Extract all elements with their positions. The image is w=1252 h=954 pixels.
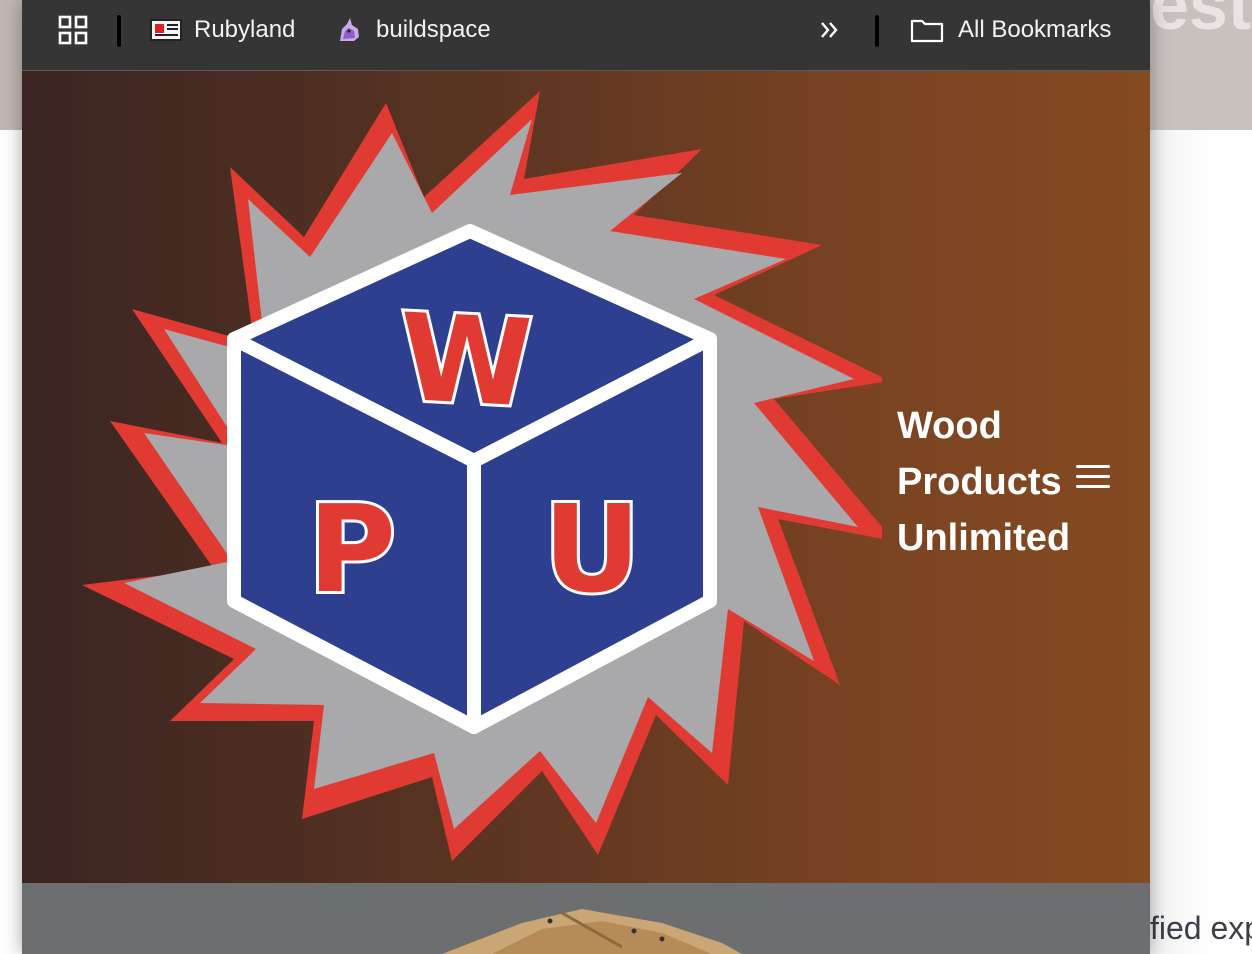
product-image-section (22, 883, 1150, 954)
bookmarks-overflow-button[interactable] (818, 0, 842, 60)
menu-bar (1076, 475, 1110, 478)
bookmark-label: buildspace (376, 16, 491, 43)
folder-icon (910, 19, 944, 43)
rubyland-favicon (150, 19, 182, 41)
brand-name-line: Unlimited (897, 517, 1071, 559)
menu-bar (1076, 485, 1110, 488)
wpu-logo[interactable]: W P U (62, 81, 882, 881)
hamburger-menu-icon[interactable] (1072, 457, 1114, 497)
bookmark-buildspace[interactable]: buildspace (334, 0, 491, 60)
bookmarks-separator (117, 15, 121, 47)
apps-button[interactable] (58, 0, 88, 60)
browser-popup-window: Rubyland buildspace All Bookmarks W P U … (22, 0, 1150, 954)
bookmark-rubyland[interactable]: Rubyland (150, 0, 295, 60)
brand-name-line: Products (897, 461, 1062, 503)
background-page-text: fied exp (1150, 910, 1252, 946)
bookmarks-separator (875, 15, 879, 47)
brand-name-line: Wood (897, 405, 1002, 447)
double-chevron-right-icon (821, 22, 838, 38)
apps-grid-icon (58, 15, 88, 45)
bookmarks-bar: Rubyland buildspace All Bookmarks (22, 0, 1150, 71)
brand-name[interactable]: Wood Products Unlimited (897, 398, 1097, 566)
background-page-body (1150, 130, 1252, 954)
site-header-hero: W P U Wood Products Unlimited (22, 71, 1150, 883)
logo-letter-u: U (543, 481, 640, 620)
unicorn-favicon (340, 18, 359, 41)
logo-letter-p: P (308, 481, 396, 620)
all-bookmarks-label: All Bookmarks (958, 16, 1112, 43)
bookmark-label: Rubyland (194, 16, 296, 43)
wooden-crate-image (442, 909, 742, 954)
all-bookmarks-button[interactable]: All Bookmarks (910, 0, 1111, 60)
logo-letter-w: W (401, 289, 533, 435)
menu-bar (1076, 465, 1110, 468)
background-page-heading: est (1150, 0, 1252, 40)
background-page-edge (0, 0, 22, 130)
